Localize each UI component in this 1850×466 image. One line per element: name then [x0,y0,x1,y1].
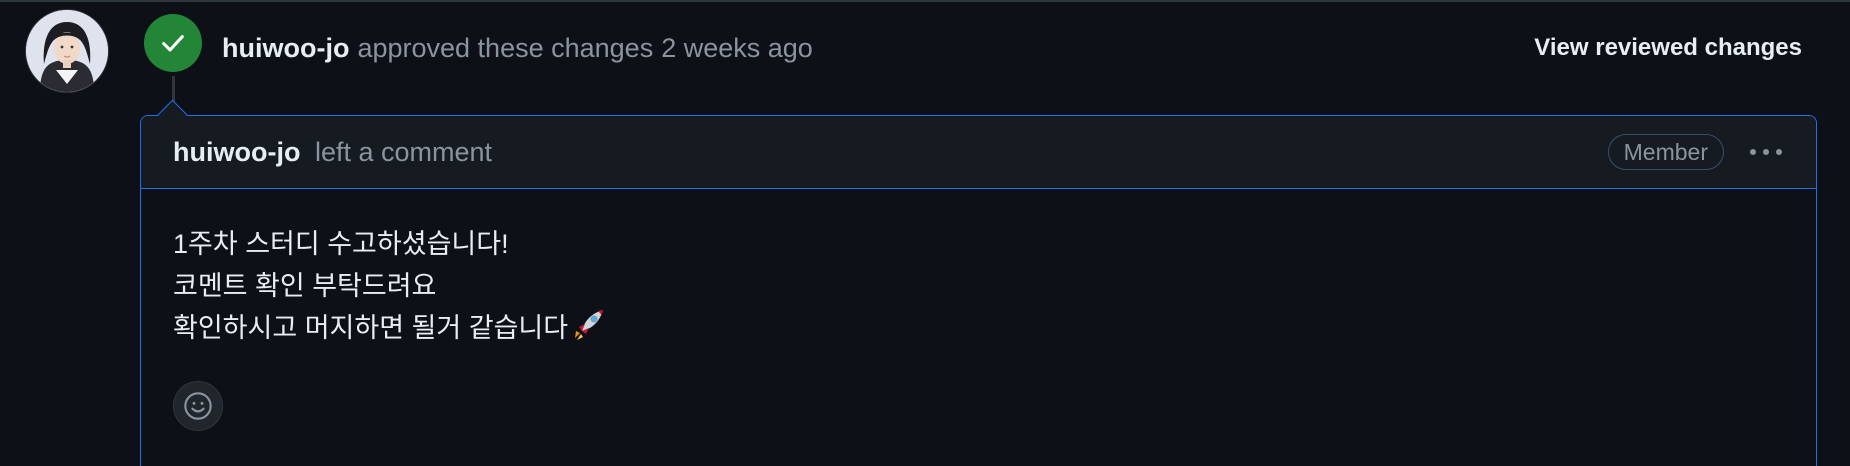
rocket-icon [575,310,604,340]
comment-author-line: huiwoo-jo left a comment [173,137,492,168]
comment-line-3: 확인하시고 머지하면 될거 같습니다 [173,307,1784,349]
view-reviewed-changes-link[interactable]: View reviewed changes [1534,30,1802,66]
review-timestamp[interactable]: 2 weeks ago [661,33,813,64]
comment-line-2: 코멘트 확인 부탁드려요 [173,271,437,301]
review-comment-card: huiwoo-jo left a comment Member 1주차 스터디 … [140,115,1817,466]
add-reaction-button[interactable] [173,381,223,431]
smiley-icon [184,392,212,420]
check-icon [162,35,184,52]
comment-body: 1주차 스터디 수고하셨습니다! 코멘트 확인 부탁드려요 확인하시고 머지하면… [141,189,1816,349]
comment-author-link[interactable]: huiwoo-jo [173,137,300,167]
comment-line-1: 1주차 스터디 수고하셨습니다! [173,229,509,259]
review-summary: huiwoo-jo approved these changes 2 weeks… [222,30,813,66]
top-divider [0,0,1850,2]
kebab-horizontal-icon[interactable] [1746,134,1786,170]
comment-action-text: left a comment [314,136,493,167]
review-action-text: approved these changes [357,32,654,63]
member-role-badge: Member [1607,134,1724,170]
review-author-link[interactable]: huiwoo-jo [222,33,349,64]
approved-status-badge [144,14,202,72]
reviewer-avatar[interactable] [26,10,108,92]
comment-line-3-text: 확인하시고 머지하면 될거 같습니다 [173,313,569,343]
avatar-photo [26,10,108,92]
comment-header: huiwoo-jo left a comment Member [141,116,1816,189]
comment-header-actions: Member [1607,116,1786,188]
